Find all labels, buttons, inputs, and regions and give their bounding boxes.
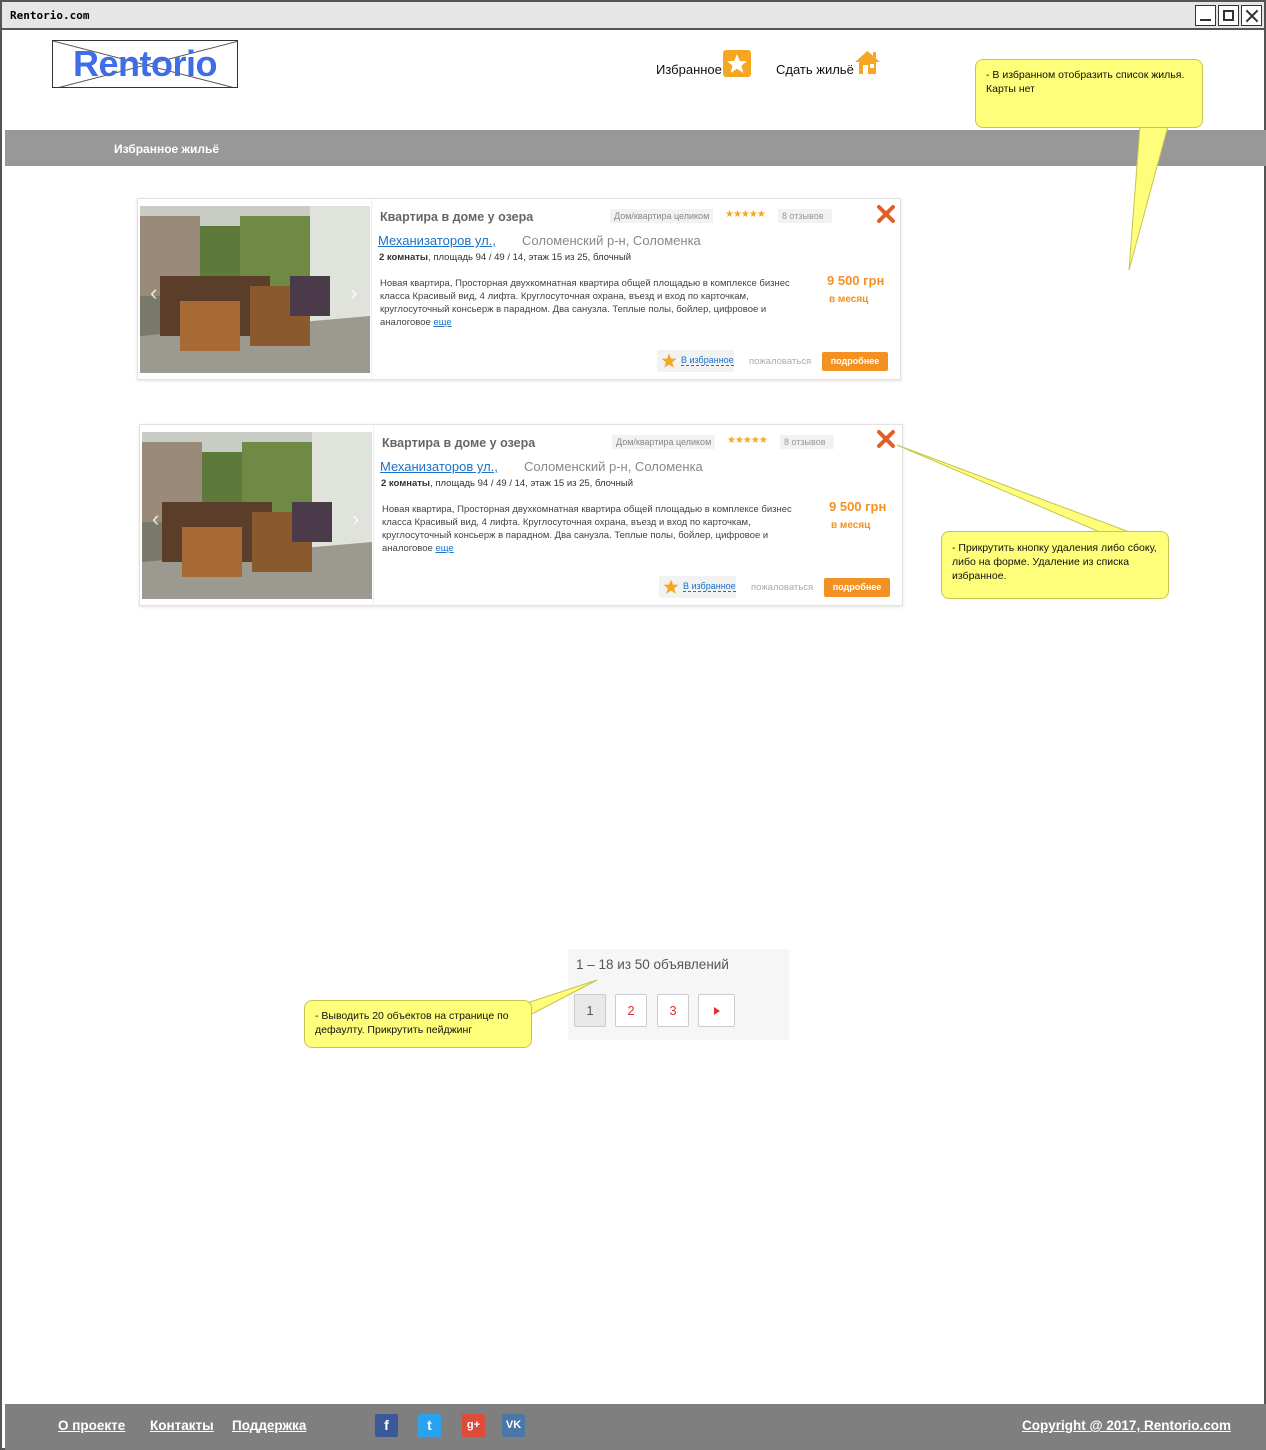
listing-rooms: 2 комнаты [379,252,429,263]
add-to-favorites-button[interactable]: В избранное [659,576,736,598]
listing-street-link[interactable]: Механизаторов ул., [380,459,498,474]
site-logo[interactable]: Rentorio [52,40,238,88]
remove-favorite-icon[interactable] [876,204,896,224]
pagination: 1 – 18 из 50 объявлений 1 2 3 [568,949,789,1040]
favorites-button-label: В избранное [683,581,736,592]
maximize-button[interactable] [1218,5,1239,26]
details-button[interactable]: подробнее [822,352,888,371]
copyright-link[interactable]: Copyright @ 2017, Rentorio.com [1022,1418,1231,1433]
listing-type-badge: Дом/квартира целиком [612,435,716,449]
complain-link[interactable]: пожаловаться [749,356,811,367]
vk-icon[interactable]: VK [502,1414,525,1437]
next-page-icon[interactable] [698,994,735,1027]
listing-price: 9 500 грн [829,499,887,514]
listing-type-badge: Дом/квартира целиком [610,209,714,223]
footer-link-about[interactable]: О проекте [58,1418,125,1433]
listing-specs: 2 комнаты, площадь 94 / 49 / 14, этаж 15… [381,478,633,489]
rating-stars: ★★★★★ [727,435,768,446]
add-to-favorites-button[interactable]: В избранное [657,350,734,372]
remove-favorite-icon[interactable] [876,429,896,449]
facebook-icon[interactable]: f [375,1414,398,1437]
footer-link-contacts[interactable]: Контакты [150,1418,214,1433]
reviews-count[interactable]: 8 отзывов [780,435,834,449]
listing-district: Соломенский р-н, Соломенка [522,233,701,248]
listing-card: ‹ › Квартира в доме у озера Дом/квартира… [137,198,901,380]
annotation-note: - Выводить 20 объектов на странице по де… [304,1000,532,1048]
listing-description: Новая квартира, Просторная двухкомнатная… [382,503,812,555]
house-icon[interactable] [854,49,881,76]
google-plus-icon[interactable]: g+ [462,1414,485,1437]
window-titlebar: Rentorio.com [2,2,1264,30]
photo-next-icon[interactable]: › [352,506,359,532]
price-period: в месяц [831,520,871,531]
photo-prev-icon[interactable]: ‹ [150,280,157,306]
page-button-1[interactable]: 1 [574,994,606,1027]
page-title: Избранное жильё [114,142,220,156]
browser-window: Rentorio.com Rentorio Избранное Сдать жи… [0,0,1266,1450]
listing-specs-rest: , площадь 94 / 49 / 14, этаж 15 из 25, б… [428,252,632,263]
close-window-button[interactable] [1241,5,1262,26]
star-icon [663,579,679,594]
more-link[interactable]: еще [435,543,453,554]
page-button-2[interactable]: 2 [615,994,647,1027]
rent-out-link[interactable]: Сдать жильё [776,62,854,77]
complain-link[interactable]: пожаловаться [751,582,813,593]
listing-street-link[interactable]: Механизаторов ул., [378,233,496,248]
listing-rooms: 2 комнаты [381,478,431,489]
twitter-icon[interactable]: t [418,1414,441,1437]
card-divider [371,199,372,379]
favorites-star-icon[interactable] [723,50,751,77]
price-period: в месяц [829,294,869,305]
listing-price: 9 500 грн [827,273,885,288]
listing-specs: 2 комнаты, площадь 94 / 49 / 14, этаж 15… [379,252,631,263]
listing-specs-rest: , площадь 94 / 49 / 14, этаж 15 из 25, б… [430,478,634,489]
listing-description: Новая квартира, Просторная двухкомнатная… [380,277,810,329]
listing-photo[interactable]: ‹ › [140,206,370,373]
details-button[interactable]: подробнее [824,578,890,597]
footer-link-support[interactable]: Поддержка [232,1418,306,1433]
page-title-bar: Избранное жильё [5,130,1266,166]
footer: О проекте Контакты Поддержка f t g+ VK C… [5,1404,1266,1450]
reviews-count[interactable]: 8 отзывов [778,209,832,223]
listing-district: Соломенский р-н, Соломенка [524,459,703,474]
minimize-button[interactable] [1195,5,1216,26]
pagination-info: 1 – 18 из 50 объявлений [576,957,729,972]
star-icon [661,353,677,368]
logo-text: Rentorio [73,43,218,84]
favorites-link[interactable]: Избранное [656,62,722,77]
window-title: Rentorio.com [10,9,90,22]
listing-card: ‹ › Квартира в доме у озера Дом/квартира… [139,424,903,606]
card-divider [373,425,374,605]
listing-photo[interactable]: ‹ › [142,432,372,599]
favorites-button-label: В избранное [681,355,734,366]
photo-prev-icon[interactable]: ‹ [152,506,159,532]
page-button-3[interactable]: 3 [657,994,689,1027]
annotation-note: - В избранном отобразить список жилья. К… [975,59,1203,128]
listing-title[interactable]: Квартира в доме у озера [382,436,535,450]
annotation-note: - Прикрутить кнопку удаления либо сбоку,… [941,531,1169,599]
listing-title[interactable]: Квартира в доме у озера [380,210,533,224]
rating-stars: ★★★★★ [725,209,766,220]
photo-next-icon[interactable]: › [350,280,357,306]
more-link[interactable]: еще [433,317,451,328]
